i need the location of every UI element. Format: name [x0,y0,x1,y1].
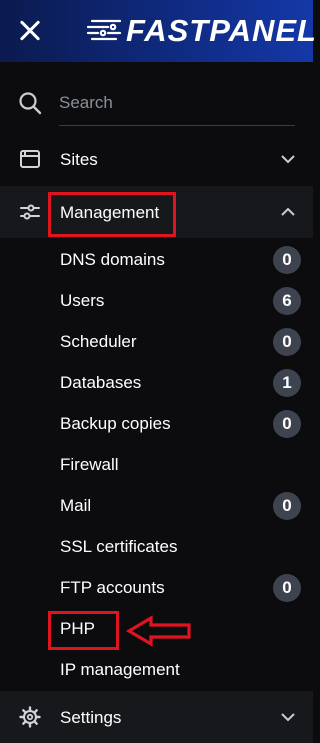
count-badge: 6 [273,287,301,315]
close-menu-button[interactable] [19,20,41,42]
search-icon [19,92,42,115]
chevron-down-icon [281,713,295,722]
sliders-icon [20,204,40,220]
count-badge: 0 [273,246,301,274]
submenu-item-mail[interactable]: Mail 0 [0,486,313,526]
submenu-item-firewall[interactable]: Firewall [0,445,313,485]
submenu-label: Firewall [60,455,119,474]
count-badge: 0 [273,574,301,602]
nav-label-settings: Settings [60,708,122,727]
submenu-label: Mail [60,496,92,515]
count-badge: 0 [273,492,301,520]
submenu-item-ftp-accounts[interactable]: FTP accounts 0 [0,568,313,608]
count-badge: 0 [273,328,301,356]
submenu-item-dns-domains[interactable]: DNS domains 0 [0,240,313,280]
count-badge: 0 [273,410,301,438]
submenu-label: DNS domains [60,250,165,269]
logo-text: FASTPANEL [126,13,317,48]
submenu-label: Scheduler [60,332,137,351]
logo-icon [86,19,122,41]
chevron-up-icon [281,207,295,216]
submenu-label: Backup copies [60,414,171,433]
submenu-label: Databases [60,373,142,392]
search-input[interactable] [59,89,289,117]
arrow-left-icon [125,615,191,647]
submenu-item-ssl-certificates[interactable]: SSL certificates [0,527,313,567]
submenu-label: PHP [60,619,95,638]
search-divider [59,125,295,126]
nav-item-management[interactable]: Management [0,186,313,238]
submenu-item-ip-management[interactable]: IP management [0,650,313,690]
browser-window-icon [20,150,40,168]
submenu-item-databases[interactable]: Databases 1 [0,363,313,403]
nav-item-sites[interactable]: Sites [0,133,313,185]
gear-icon [19,706,41,728]
submenu-label: FTP accounts [60,578,165,597]
submenu-item-backup-copies[interactable]: Backup copies 0 [0,404,313,444]
nav-label-management: Management [60,203,160,222]
submenu-label: Users [60,291,105,310]
submenu-label: SSL certificates [60,537,178,556]
submenu-label: IP management [60,660,180,679]
nav-item-settings[interactable]: Settings [0,691,313,743]
nav-label-sites: Sites [60,150,98,169]
submenu-item-users[interactable]: Users 6 [0,281,313,321]
count-badge: 1 [273,369,301,397]
search-box[interactable] [0,82,313,126]
app-header: FASTPANEL [0,0,316,62]
chevron-down-icon [281,155,295,164]
submenu-item-scheduler[interactable]: Scheduler 0 [0,322,313,362]
